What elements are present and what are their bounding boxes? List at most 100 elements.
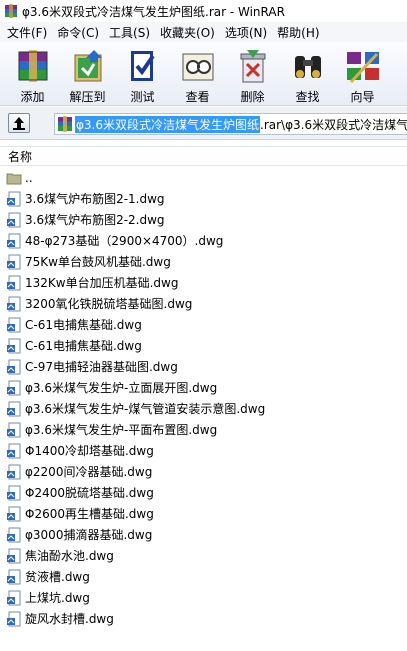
extract-to-label: 解压到: [69, 90, 106, 104]
list-item-name: 旋风水封槽.dwg: [25, 612, 114, 626]
dwg-file-icon: [7, 254, 21, 269]
dwg-file-icon: [7, 317, 21, 332]
address-bar: φ3.6米双段式冷洁煤气发生炉图纸 .rar\φ3.6米双段式冷洁煤气: [0, 107, 407, 140]
wizard-icon: [346, 52, 379, 84]
find-label: 查找: [295, 90, 320, 104]
list-item[interactable]: 焦油酚水池.dwg: [0, 545, 407, 566]
list-item[interactable]: 3200氧化铁脱硫塔基础图.dwg: [0, 293, 407, 314]
dwg-file-icon: [7, 611, 21, 626]
list-item-name: 3.6煤气炉布筋图2-1.dwg: [25, 192, 165, 206]
dwg-file-icon: [7, 527, 21, 542]
list-item-name: 焦油酚水池.dwg: [25, 549, 114, 563]
dwg-file-icon: [7, 380, 21, 395]
list-item-parent[interactable]: ..: [0, 167, 407, 188]
up-arrow-icon: [13, 117, 25, 130]
test-icon: [130, 51, 155, 81]
list-item[interactable]: 75Kw单台鼓风机基础.dwg: [0, 251, 407, 272]
list-item-name: φ3000捕滴器基础.dwg: [25, 528, 153, 542]
toolbar: 添加 解压到 测试 查看 删除 查找 向导: [0, 42, 407, 106]
dwg-file-icon: [7, 338, 21, 353]
list-item-name: 3200氧化铁脱硫塔基础图.dwg: [25, 297, 193, 311]
view-label: 查看: [185, 90, 210, 104]
list-item[interactable]: φ3000捕滴器基础.dwg: [0, 524, 407, 545]
list-item-name: 3.6煤气炉布筋图2-2.dwg: [25, 213, 165, 227]
delete-button[interactable]: 删除: [225, 42, 280, 106]
winrar-app-icon: [5, 4, 17, 18]
address-selected-text: φ3.6米双段式冷洁煤气发生炉图纸: [75, 115, 261, 133]
find-icon: [294, 56, 321, 78]
list-item-name: C-61电捕焦基础.dwg: [25, 339, 142, 353]
list-item-name: Φ2600再生槽基础.dwg: [25, 507, 154, 521]
list-item[interactable]: 旋风水封槽.dwg: [0, 608, 407, 629]
list-item-name: C-97电捕轻油器基础图.dwg: [25, 360, 178, 374]
title-bar: φ3.6米双段式冷洁煤气发生炉图纸.rar - WinRAR: [0, 0, 407, 22]
dwg-file-icon: [7, 506, 21, 521]
extract-icon: [74, 50, 102, 82]
menu-commands[interactable]: 命令(C): [52, 24, 104, 41]
list-item-name: Φ2400脱硫塔基础.dwg: [25, 486, 154, 500]
list-item[interactable]: 3.6煤气炉布筋图2-2.dwg: [0, 209, 407, 230]
list-item-name: φ3.6米煤气发生炉-立面展开图.dwg: [25, 381, 218, 395]
list-item[interactable]: φ3.6米煤气发生炉-平面布置图.dwg: [0, 419, 407, 440]
menu-favorites[interactable]: 收藏夹(O): [155, 24, 220, 41]
list-item-name: 75Kw单台鼓风机基础.dwg: [25, 255, 171, 269]
dwg-file-icon: [7, 464, 21, 479]
list-item-name: Φ1400冷却塔基础.dwg: [25, 444, 154, 458]
dwg-file-icon: [7, 548, 21, 563]
dwg-file-icon: [7, 443, 21, 458]
dwg-file-icon: [7, 191, 21, 206]
folder-up-icon: [6, 173, 22, 184]
menu-file[interactable]: 文件(F): [2, 24, 52, 41]
list-item-name: 132Kw单台加压机基础.dwg: [25, 276, 179, 290]
dwg-file-icon: [7, 569, 21, 584]
up-folder-button[interactable]: [8, 113, 30, 133]
menu-options[interactable]: 选项(N): [220, 24, 272, 41]
list-item[interactable]: Φ2600再生槽基础.dwg: [0, 503, 407, 524]
list-item[interactable]: C-97电捕轻油器基础图.dwg: [0, 356, 407, 377]
delete-label: 删除: [240, 90, 265, 104]
list-item[interactable]: Φ1400冷却塔基础.dwg: [0, 440, 407, 461]
view-icon: [182, 53, 213, 81]
list-item-name: 48-φ273基础（2900×4700）.dwg: [25, 234, 224, 248]
add-archive-icon: [18, 50, 47, 82]
list-item-name: 上煤坑.dwg: [25, 591, 90, 605]
list-item[interactable]: 上煤坑.dwg: [0, 587, 407, 608]
add-label: 添加: [20, 90, 45, 104]
dwg-file-icon: [7, 422, 21, 437]
menu-tools[interactable]: 工具(S): [104, 24, 155, 41]
list-item-name: φ2200间冷器基础.dwg: [25, 465, 153, 479]
find-button[interactable]: 查找: [280, 42, 335, 106]
add-button[interactable]: 添加: [5, 42, 60, 106]
list-item-name: ..: [25, 170, 33, 185]
menu-help[interactable]: 帮助(H): [272, 24, 324, 41]
rar-archive-icon: [58, 116, 72, 132]
wizard-button[interactable]: 向导: [335, 42, 390, 106]
column-header-name[interactable]: 名称: [0, 146, 407, 166]
address-field[interactable]: φ3.6米双段式冷洁煤气发生炉图纸 .rar\φ3.6米双段式冷洁煤气: [54, 113, 407, 135]
list-item[interactable]: φ3.6米煤气发生炉-煤气管道安装示意图.dwg: [0, 398, 407, 419]
list-item[interactable]: 3.6煤气炉布筋图2-1.dwg: [0, 188, 407, 209]
dwg-file-icon: [7, 590, 21, 605]
window-title: φ3.6米双段式冷洁煤气发生炉图纸.rar - WinRAR: [22, 4, 285, 19]
dwg-file-icon: [7, 401, 21, 416]
dwg-file-icon: [7, 485, 21, 500]
list-item[interactable]: φ3.6米煤气发生炉-立面展开图.dwg: [0, 377, 407, 398]
wizard-label: 向导: [350, 90, 375, 104]
view-button[interactable]: 查看: [170, 42, 225, 106]
list-item[interactable]: 48-φ273基础（2900×4700）.dwg: [0, 230, 407, 251]
list-item[interactable]: Φ2400脱硫塔基础.dwg: [0, 482, 407, 503]
test-button[interactable]: 测试: [115, 42, 170, 106]
list-item-name: φ3.6米煤气发生炉-煤气管道安装示意图.dwg: [25, 402, 266, 416]
list-item[interactable]: C-61电捕焦基础.dwg: [0, 314, 407, 335]
test-label: 测试: [130, 90, 155, 104]
list-item[interactable]: φ2200间冷器基础.dwg: [0, 461, 407, 482]
list-item-name: C-61电捕焦基础.dwg: [25, 318, 142, 332]
extract-to-button[interactable]: 解压到: [60, 42, 115, 106]
delete-icon: [240, 50, 265, 83]
list-item-name: 贫液槽.dwg: [25, 570, 90, 584]
list-item[interactable]: C-61电捕焦基础.dwg: [0, 335, 407, 356]
list-item[interactable]: 132Kw单台加压机基础.dwg: [0, 272, 407, 293]
list-item[interactable]: 贫液槽.dwg: [0, 566, 407, 587]
dwg-file-icon: [7, 296, 21, 311]
column-header-label: 名称: [8, 149, 33, 164]
